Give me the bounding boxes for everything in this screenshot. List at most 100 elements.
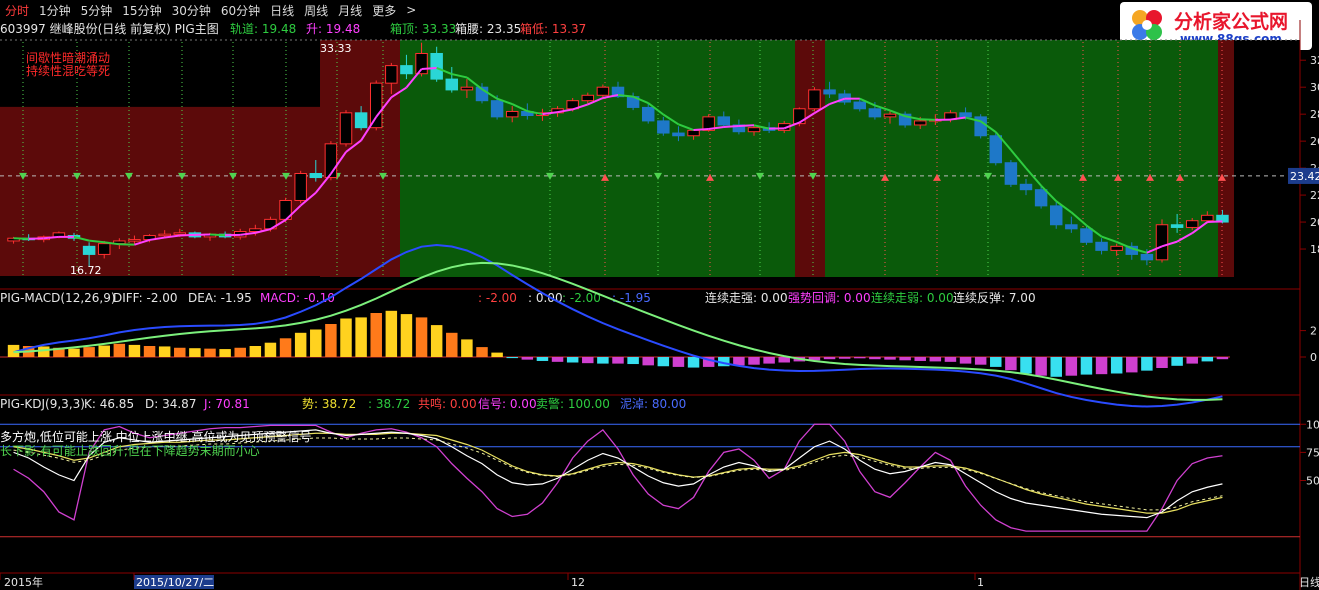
kdj-tick-label: 50 — [1306, 475, 1319, 488]
macd-bar — [264, 342, 277, 357]
macd-bar — [128, 344, 141, 357]
macd-bar — [1171, 357, 1183, 366]
macd-bar — [325, 324, 337, 357]
candle-body — [1034, 189, 1048, 207]
candle-body — [490, 100, 504, 118]
macd-bar — [642, 357, 654, 366]
macd-bar — [1156, 357, 1168, 368]
candle-body — [415, 52, 428, 75]
candle-body — [1140, 253, 1154, 261]
candle-body — [128, 239, 141, 242]
candle-body — [1065, 224, 1078, 230]
macd-bar — [158, 346, 171, 357]
macd-bar — [204, 348, 216, 357]
candle-body — [445, 78, 459, 91]
macd-bar — [1110, 357, 1123, 374]
kdj-note-2: 长下影,有可能止跌回升,但在下降趋势末期而小心 — [0, 443, 260, 458]
macd-bar — [310, 329, 322, 357]
macd-bar — [68, 348, 80, 357]
macd-bar — [536, 357, 549, 361]
zone-red-3 — [795, 40, 825, 277]
cursor-date-label: 2015/10/27/二 — [136, 576, 214, 589]
candle-body — [400, 65, 413, 75]
macd-bar — [566, 357, 579, 363]
period-label: 日线 — [1299, 575, 1319, 589]
candle-body — [158, 233, 171, 237]
macd-bar — [1216, 357, 1229, 360]
month-1-label: 1 — [977, 576, 984, 589]
candle-body — [339, 112, 353, 145]
trend-line-segment — [209, 233, 226, 237]
candle-body — [294, 173, 307, 201]
macd-bar — [884, 357, 896, 360]
macd-bar — [838, 357, 851, 359]
candle-body — [717, 116, 731, 126]
macd-bar — [1201, 357, 1214, 362]
macd-tick-label: 0 — [1310, 351, 1317, 364]
trend-line-segment — [421, 66, 437, 70]
macd-bar — [279, 338, 292, 357]
macd-bar — [1050, 357, 1062, 377]
candle-body — [913, 120, 927, 126]
macd-bar — [672, 357, 685, 367]
macd-bar — [959, 357, 972, 364]
macd-bar — [189, 348, 201, 357]
macd-bar — [974, 357, 987, 365]
candle-body — [460, 86, 474, 91]
macd-bar — [476, 347, 488, 357]
macd-bar — [1095, 357, 1108, 375]
candle-body — [581, 94, 595, 102]
candle-body — [853, 101, 867, 110]
month-12-label: 12 — [571, 576, 585, 589]
price-tick-label: 18 — [1310, 243, 1319, 256]
low-price-label: 16.72 — [70, 264, 102, 277]
macd-bar — [143, 346, 156, 357]
candle-body — [369, 82, 383, 129]
macd-bar — [400, 314, 413, 357]
peak-price-label: 33.33 — [320, 42, 352, 55]
candle-body — [672, 132, 685, 137]
candle-body — [823, 89, 836, 95]
macd-bar — [869, 357, 881, 360]
trend-line-segment — [723, 124, 739, 128]
candle-body — [1201, 214, 1214, 222]
candle-body — [1095, 241, 1108, 251]
macd-bar — [929, 357, 942, 362]
macd-bar — [219, 349, 231, 357]
candle-body — [354, 112, 368, 129]
macd-bar — [1186, 357, 1198, 364]
macd-bar — [1141, 357, 1153, 371]
kdj-note-1: 多方炮,低位可能上涨,中位上涨中继,高位或为见顶预警信号 — [0, 429, 311, 444]
kdj-tick-label: 100 — [1306, 418, 1319, 431]
macd-bar — [1005, 357, 1017, 371]
macd-tick-label: 2 — [1310, 325, 1317, 338]
macd-bar — [340, 318, 352, 357]
candle-body — [808, 89, 821, 110]
trend-line-segment — [920, 118, 936, 121]
candle-body — [747, 127, 761, 133]
macd-bar — [914, 357, 926, 361]
candle-body — [1080, 228, 1093, 243]
year-label: 2015年 — [4, 575, 43, 589]
price-tick-label: 32 — [1310, 54, 1319, 67]
candle-body — [1155, 224, 1169, 261]
macd-bar — [687, 357, 700, 368]
macd-bar — [1020, 357, 1032, 374]
macd-bar — [1065, 357, 1078, 376]
macd-bar — [1080, 357, 1093, 375]
trend-line-segment — [179, 233, 195, 237]
candle-body — [883, 113, 897, 118]
macd-bar — [370, 313, 382, 357]
zone-red-4 — [1218, 40, 1234, 277]
macd-bar — [355, 317, 367, 357]
candle-body — [505, 110, 519, 118]
macd-bar — [733, 357, 745, 366]
candle-body — [868, 108, 882, 118]
candle-body — [430, 52, 443, 80]
candle-body — [309, 173, 323, 179]
macd-bar — [113, 343, 126, 357]
macd-bar — [461, 339, 473, 357]
trend-line-segment — [738, 124, 755, 127]
candle-body — [1004, 162, 1018, 185]
stock-chart[interactable]: 323028262422201823.422010075502015年2015/… — [0, 0, 1319, 590]
